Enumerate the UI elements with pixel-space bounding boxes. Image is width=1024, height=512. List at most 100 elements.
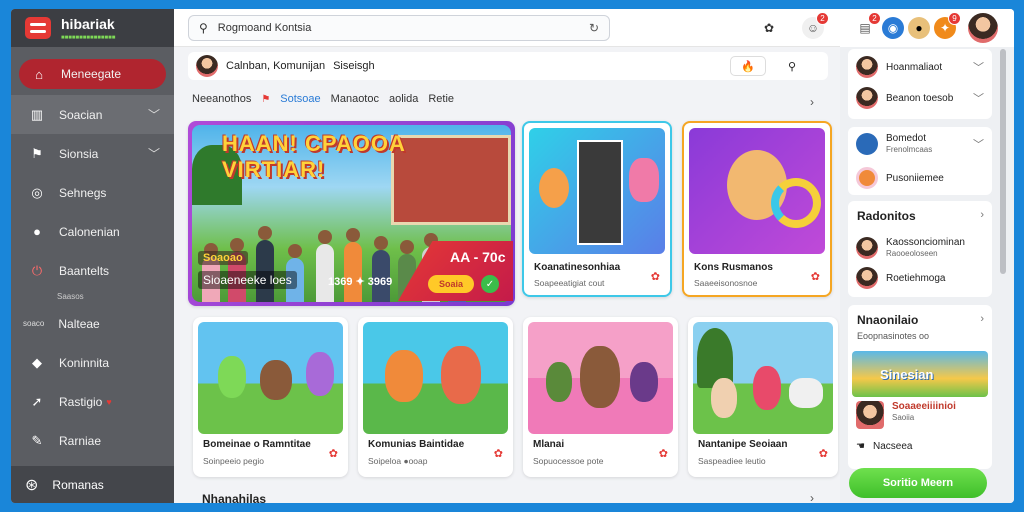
list-item-sub: Raooeoloseen xyxy=(886,249,938,258)
tab-aolida[interactable]: aolida xyxy=(389,93,418,105)
search-input[interactable]: Rogmoand Kontsia xyxy=(218,22,312,34)
promo-item[interactable]: Soaaeeiiiinioi Saoiia xyxy=(856,401,956,429)
sidebar-item-sionsia[interactable]: ⚑ Sionsia ﹀ xyxy=(11,134,174,173)
chat-icon: ✎ xyxy=(31,432,43,448)
chevron-down-icon: ﹀ xyxy=(147,147,160,161)
document-icon[interactable]: ▤ 2 xyxy=(854,12,881,39)
list-item-label: Hoanmaliaot xyxy=(886,61,943,73)
video-card[interactable]: Komunias Baintidae Soipeloa ●ooap ✿ xyxy=(358,317,513,477)
scrollbar[interactable] xyxy=(1000,49,1006,274)
card-title: Nantanipe Seoiaan xyxy=(698,439,788,450)
section-heading: Nhanahilas xyxy=(202,492,267,503)
heart-icon[interactable]: ✿ xyxy=(329,447,338,460)
chevron-right-icon[interactable]: › xyxy=(810,491,814,503)
search-bar[interactable]: ⚲ Rogmoand Kontsia ↻ xyxy=(188,15,610,41)
promo-card: Nnaonilaio › Eoopnasinotes oo Sinesian S… xyxy=(848,305,992,469)
video-card[interactable]: Nantanipe Seoiaan Saspeadiee leutio ✿ xyxy=(688,317,838,477)
chevron-down-icon[interactable]: ﹀ xyxy=(973,136,984,152)
flag-icon: ⚑ xyxy=(31,145,43,161)
heart-icon[interactable]: ✿ xyxy=(659,447,668,460)
cartoon-graphic xyxy=(630,362,658,402)
sidebar-item-rastigio[interactable]: ➚ Rastigio ♥ xyxy=(11,382,174,421)
location-icon: ➚ xyxy=(31,393,43,409)
thumbs-icon: ☚ xyxy=(856,441,865,452)
sidebar-item-calonenian[interactable]: ● Calonenian xyxy=(11,212,174,251)
cartoon-graphic xyxy=(711,378,737,418)
card-title: Kons Rusmanos xyxy=(694,262,773,273)
notification-icon[interactable]: ☺ 2 xyxy=(802,12,829,39)
sheep-graphic xyxy=(789,378,823,408)
cta-button[interactable]: Soritio Meern xyxy=(849,468,987,498)
heart-icon[interactable]: ✿ xyxy=(651,270,660,283)
doc-badge: 2 xyxy=(868,12,881,25)
sidebar-item-sehnegs[interactable]: ◎ Sehnegs xyxy=(11,173,174,212)
check-icon[interactable]: ✓ xyxy=(481,275,499,293)
list-item[interactable]: Kaossonciominan Raooeoloseen xyxy=(856,237,965,259)
card-subtitle: Saaeeisonosnoe xyxy=(694,278,758,288)
chevron-down-icon[interactable]: ﹀ xyxy=(973,90,984,106)
sidebar-item-label: Soacian xyxy=(59,107,103,122)
app-tagline: ■■■■■■■■■■■■■■■ xyxy=(61,34,116,41)
list-item-label: Nacseea xyxy=(872,441,913,452)
sidebar-item-rarniae[interactable]: ✎ Rarniae xyxy=(11,421,174,460)
fire-icon[interactable]: ✦ 9 xyxy=(934,12,961,39)
list-item[interactable]: ☚ Nacseea xyxy=(856,441,912,452)
sidebar-item-koninnita[interactable]: ◆ Koninnita xyxy=(11,343,174,382)
gift-icon[interactable]: ✿ xyxy=(758,17,780,39)
sidebar-item-label: Calonenian xyxy=(59,224,120,239)
video-card[interactable]: Mlanai Sopuocessoe pote ✿ xyxy=(523,317,678,477)
chevron-down-icon[interactable]: ﹀ xyxy=(973,59,984,75)
card-title: Koanatinesonhiaa xyxy=(534,262,621,273)
compass-icon[interactable]: ◉ xyxy=(882,17,904,39)
chevron-right-icon[interactable]: › xyxy=(980,209,984,221)
promo-image[interactable]: Sinesian xyxy=(852,351,988,397)
hero-button[interactable]: Soaia xyxy=(428,275,474,293)
chevron-right-icon[interactable]: › xyxy=(980,313,984,325)
list-item[interactable]: Roetiehmoga xyxy=(856,267,945,289)
heart-icon[interactable]: ✿ xyxy=(494,447,503,460)
sidebar-item-label: Koninnita xyxy=(59,355,110,370)
tab-manaotoc[interactable]: Manaotoc xyxy=(331,93,379,105)
fire-icon[interactable]: 🔥 xyxy=(730,56,766,76)
card-thumbnail xyxy=(528,322,673,434)
sidebar-item-label: Meneegate xyxy=(61,67,122,81)
globe-icon: ⊛ xyxy=(25,476,39,494)
video-card[interactable]: Bomeinae o Ramntitae Soinpeeio pegio ✿ xyxy=(193,317,348,477)
search-icon[interactable]: ⚲ xyxy=(774,56,810,76)
tab-sotsoae[interactable]: Sotsoae xyxy=(280,93,320,105)
sidebar-item-baantelts[interactable]: ⏻ Baantelts xyxy=(11,251,174,290)
heart-icon[interactable]: ✿ xyxy=(819,447,828,460)
card-subtitle: Soinpeeio pegio xyxy=(203,456,264,466)
avatar[interactable] xyxy=(196,55,218,77)
video-card[interactable]: Kons Rusmanos Saaeeisonosnoe ✿ xyxy=(682,121,832,297)
list-item[interactable]: Beanon toesob xyxy=(856,87,953,109)
list-item[interactable]: Bomedot Frenolmcaas xyxy=(856,133,932,155)
coin-icon[interactable]: ● xyxy=(908,17,930,39)
video-card[interactable]: Koanatinesonhiaa Soapeeatigiat cout ✿ xyxy=(522,121,672,297)
refresh-icon[interactable]: ↻ xyxy=(589,21,599,35)
sidebar: hibariak ■■■■■■■■■■■■■■■ ⌂ Meneegate ▥ S… xyxy=(11,9,174,503)
list-item-label: Bomedot xyxy=(886,133,927,144)
list-item[interactable]: Pusoniiemee xyxy=(856,167,944,189)
card-title: Bomeinae o Ramntitae xyxy=(203,439,311,450)
sidebar-bottom-item[interactable]: ⊛ Romanas xyxy=(11,466,174,503)
right-topbar: ▤ 2 ◉ ● ✦ 9 xyxy=(840,9,1014,47)
sidebar-item-label: Sionsia xyxy=(59,146,99,161)
chevron-right-icon[interactable]: › xyxy=(810,95,814,109)
list-item[interactable]: Hoanmaliaot xyxy=(856,56,942,78)
app-logo[interactable]: hibariak ■■■■■■■■■■■■■■■ xyxy=(11,9,174,47)
tab-retie[interactable]: Retie xyxy=(428,93,454,105)
hero-time: 1369 ✦ 3969 xyxy=(328,276,393,288)
hero-card[interactable]: HAAN! CPAOOA VIRTIAR! Soaoao Sioaeneeke … xyxy=(188,121,515,306)
sidebar-item-nalteae[interactable]: soaco Nalteae xyxy=(11,304,174,343)
rainbow-graphic xyxy=(771,178,821,228)
profile-avatar[interactable] xyxy=(968,13,998,43)
tab-neeanothos[interactable]: Neeanothos xyxy=(192,93,251,105)
section-heading: Nnaonilaio xyxy=(857,313,919,327)
notification-badge: 2 xyxy=(816,12,829,25)
avatar xyxy=(856,267,878,289)
sidebar-item-soacian[interactable]: ▥ Soacian ﹀ xyxy=(11,95,174,134)
heart-icon[interactable]: ✿ xyxy=(811,270,820,283)
power-icon: ⏻ xyxy=(31,262,43,278)
sidebar-item-active[interactable]: ⌂ Meneegate xyxy=(19,59,166,89)
